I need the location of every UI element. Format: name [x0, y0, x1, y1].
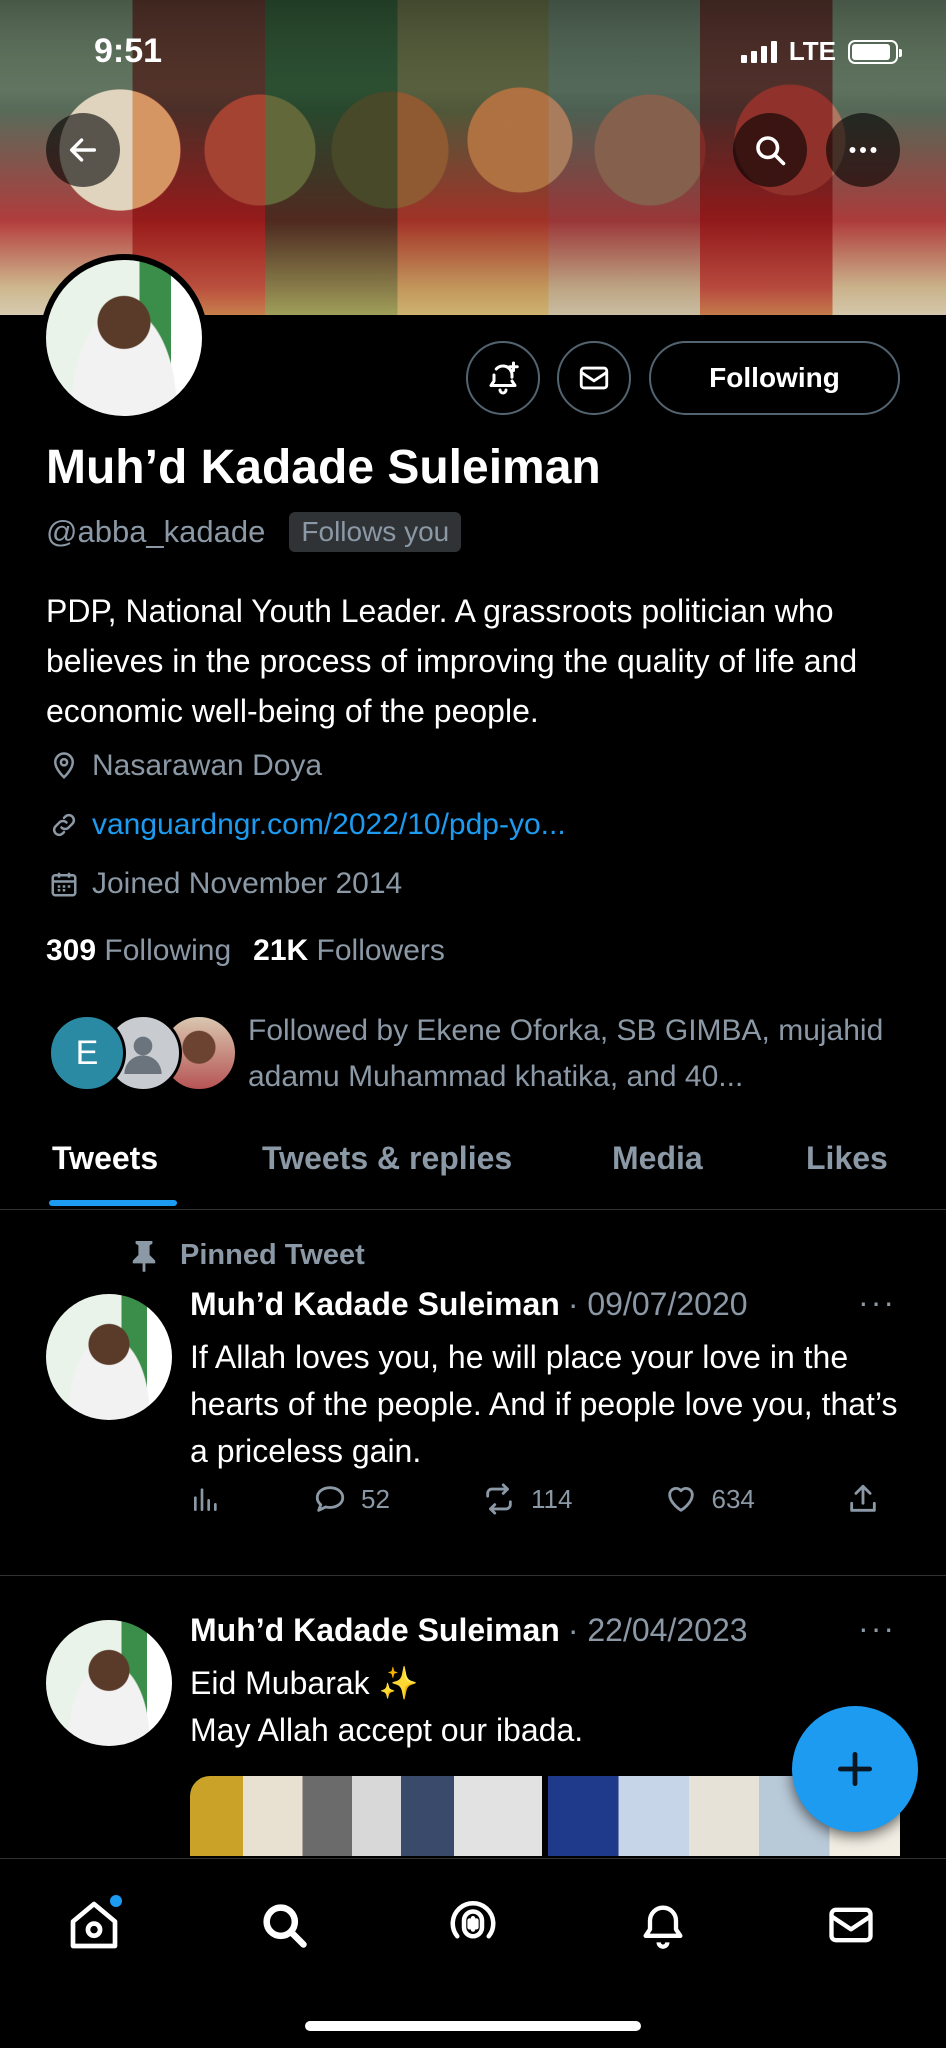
nav-search[interactable] [248, 1889, 320, 1961]
tweet-more-button[interactable]: ··· [858, 1284, 896, 1321]
profile-joined: Joined November 2014 [46, 866, 402, 902]
following-count: 309 [46, 934, 97, 967]
nav-spaces[interactable] [437, 1889, 509, 1961]
link-icon [46, 807, 82, 843]
website-link[interactable]: vanguardngr.com/2022/10/pdp-yo... [92, 808, 566, 842]
calendar-icon [46, 866, 82, 902]
tab-likes[interactable]: Likes [806, 1140, 888, 1177]
search-button[interactable] [733, 113, 807, 187]
plus-icon [837, 1751, 873, 1787]
active-tab-indicator [49, 1200, 177, 1206]
nav-home[interactable] [58, 1889, 130, 1961]
profile-display-name: Muh’d Kadade Suleiman [46, 441, 601, 494]
envelope-icon [579, 366, 609, 390]
status-bar-right: LTE [740, 36, 902, 67]
tweet-date: · 22/04/2023 [567, 1612, 748, 1648]
tweet-date: · 09/07/2020 [567, 1286, 748, 1322]
battery-level [852, 43, 890, 60]
envelope-icon [829, 1907, 873, 1943]
notifications-toggle-button[interactable] [466, 341, 540, 415]
location-text: Nasarawan Doya [92, 749, 323, 782]
nav-notifications[interactable] [627, 1889, 699, 1961]
compose-tweet-button[interactable] [792, 1706, 918, 1832]
following-button[interactable]: Following [649, 341, 900, 415]
tab-tweets-and-replies[interactable]: Tweets & replies [262, 1140, 512, 1177]
pin-icon [132, 1241, 156, 1272]
tab-media[interactable]: Media [612, 1140, 703, 1177]
retweet-button[interactable]: 114 [481, 1482, 572, 1516]
tweet[interactable]: Muh’d Kadade Suleiman · 22/04/2023 ··· E… [0, 1576, 946, 1856]
search-icon [263, 1904, 307, 1948]
spaces-icon [450, 1901, 496, 1939]
tweet-actions: 52 114 634 [190, 1482, 880, 1516]
battery-icon [848, 39, 902, 64]
tweet-author-avatar[interactable] [46, 1620, 172, 1746]
follow-counts: 309 Following 21K Followers [46, 934, 445, 968]
status-time: 9:51 [94, 32, 163, 70]
analytics-icon [194, 1488, 217, 1511]
profile-avatar[interactable] [40, 254, 208, 422]
following-label: Following [104, 934, 232, 967]
tweet-header: Muh’d Kadade Suleiman · 22/04/2023 [190, 1612, 748, 1649]
followers-label: Followers [316, 934, 445, 967]
retweet-count: 114 [531, 1483, 573, 1514]
message-button[interactable] [557, 341, 631, 415]
search-icon [756, 136, 786, 166]
tweet-author-name[interactable]: Muh’d Kadade Suleiman [190, 1612, 560, 1649]
pinned-tweet-label: Pinned Tweet [130, 1238, 365, 1272]
profile-handle: @abba_kadade [46, 514, 266, 549]
profile-tabs: Tweets Tweets & replies Media Likes [0, 1120, 946, 1210]
like-button[interactable]: 634 [664, 1482, 755, 1516]
profile-bio: PDP, National Youth Leader. A grassroots… [46, 593, 858, 729]
joined-text: Joined November 2014 [92, 867, 403, 900]
tweet-author-name[interactable]: Muh’d Kadade Suleiman [190, 1286, 560, 1323]
profile-website[interactable]: vanguardngr.com/2022/10/pdp-yo... [46, 807, 566, 843]
signal-icon [740, 40, 777, 63]
heart-icon [667, 1487, 694, 1512]
tweet-media[interactable] [190, 1776, 900, 1856]
follows-you-badge: Follows you [289, 512, 462, 552]
share-icon [850, 1484, 876, 1512]
tab-tweets[interactable]: Tweets [52, 1140, 158, 1177]
followed-by-text: Followed by Ekene Oforka, SB GIMBA, muja… [248, 1014, 884, 1093]
tweet-header: Muh’d Kadade Suleiman · 09/07/2020 [190, 1286, 748, 1323]
tweet-more-button[interactable]: ··· [858, 1610, 896, 1647]
like-count: 634 [711, 1483, 755, 1514]
nav-messages[interactable] [815, 1889, 887, 1961]
views-button[interactable] [190, 1483, 222, 1515]
avatar: E [48, 1014, 126, 1092]
tweet[interactable]: Pinned Tweet Muh’d Kadade Suleiman · 09/… [0, 1210, 946, 1576]
tweet-author-avatar[interactable] [46, 1294, 172, 1420]
bell-icon [643, 1905, 683, 1949]
new-content-dot [110, 1895, 122, 1907]
home-indicator[interactable] [305, 2021, 641, 2031]
followers-count-link[interactable]: 21K Followers [253, 934, 445, 968]
pinned-text: Pinned Tweet [180, 1238, 365, 1271]
back-button[interactable] [46, 113, 120, 187]
handle-row: @abba_kadade Follows you [46, 512, 462, 552]
network-type: LTE [788, 36, 836, 66]
arrow-left-icon [69, 138, 97, 162]
followed-by[interactable]: E Followed by Ekene Oforka, SB GIMBA, mu… [48, 1008, 908, 1100]
reply-icon [315, 1486, 345, 1512]
profile-location: Nasarawan Doya [46, 748, 322, 784]
retweet-icon [486, 1483, 512, 1515]
reply-count: 52 [361, 1483, 390, 1514]
tweet-photo[interactable] [190, 1776, 542, 1856]
followed-by-avatars: E [48, 1008, 238, 1092]
followers-count: 21K [253, 934, 309, 967]
bell-plus-icon [489, 361, 519, 395]
location-pin-icon [46, 748, 82, 784]
more-horizontal-icon [849, 147, 877, 153]
share-button[interactable] [846, 1482, 880, 1516]
tweet-text: If Allah loves you, he will place your l… [190, 1339, 898, 1469]
following-count-link[interactable]: 309 Following [46, 934, 231, 968]
reply-button[interactable]: 52 [313, 1482, 390, 1516]
bottom-navigation [0, 1858, 946, 2048]
more-options-button[interactable] [826, 113, 900, 187]
